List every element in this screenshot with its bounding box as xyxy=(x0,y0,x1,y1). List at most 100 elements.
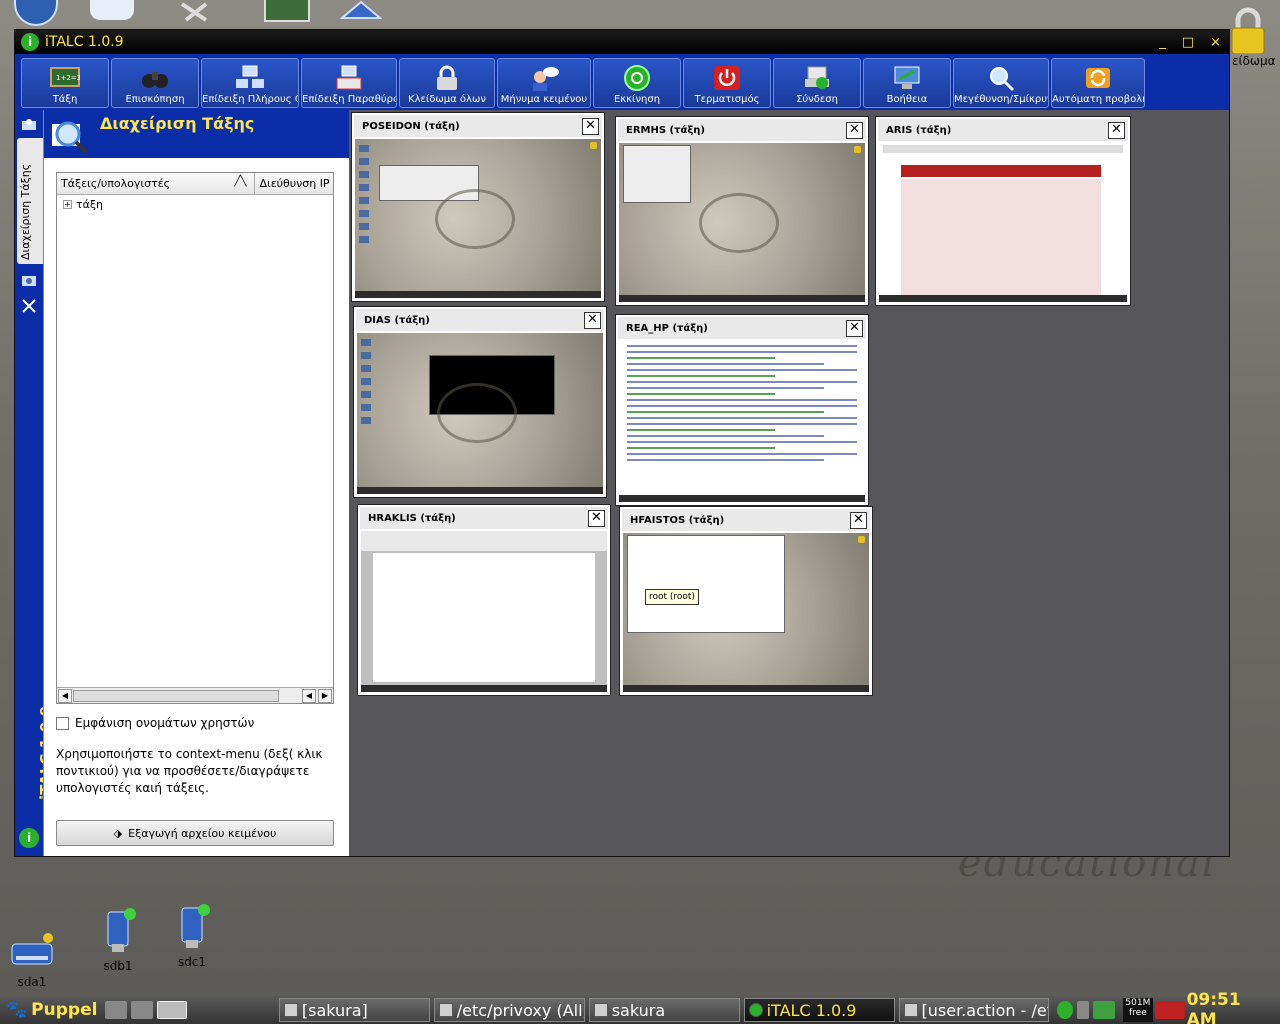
main-toolbar: 1+2=3 Τάξη Επισκόπηση Επίδειξη Πλήρους Ο… xyxy=(15,54,1229,110)
power-on-icon xyxy=(622,65,652,91)
drive-sdb1[interactable]: sdb1 xyxy=(100,906,136,973)
binoculars-icon xyxy=(140,65,170,91)
toolbar-fullscreen-demo-button[interactable]: Επίδειξη Πλήρους Οθόνη xyxy=(201,58,299,108)
client-close-button[interactable]: ✕ xyxy=(588,509,605,527)
scroll-right-icon[interactable]: ▶ xyxy=(318,689,332,703)
expand-icon[interactable]: + xyxy=(63,200,72,209)
settings-sidebar-icon[interactable] xyxy=(21,116,37,130)
close-button[interactable]: × xyxy=(1210,35,1221,50)
client-close-button[interactable]: ✕ xyxy=(850,511,867,529)
clock[interactable]: 09:51 AM xyxy=(1187,990,1280,1024)
tree-item-classroom[interactable]: + τάξη xyxy=(57,195,333,214)
client-taskbar xyxy=(619,295,865,302)
wallpaper-logo xyxy=(699,193,779,253)
show-usernames-row[interactable]: Εμφάνιση ονομάτων χρηστών xyxy=(56,716,254,730)
computer-tree[interactable]: Τάξεις/υπολογιστές ╱╲ Διεύθυνση IP + τάξ… xyxy=(56,172,334,704)
italc-icon xyxy=(748,1003,763,1017)
client-screen-preview[interactable] xyxy=(619,341,865,502)
title-bar[interactable]: i iTALC 1.0.9 _ □ × xyxy=(15,30,1229,54)
fullscreen-demo-icon xyxy=(235,65,265,91)
client-title-bar[interactable]: DIAS (τάξη) ✕ xyxy=(356,309,604,331)
horizontal-scrollbar[interactable]: ◀ ◀ ▶ xyxy=(57,687,333,703)
toolbar-login-button[interactable]: Σύνδεση xyxy=(773,58,861,108)
show-usernames-checkbox[interactable] xyxy=(56,716,69,730)
usb-drive-icon xyxy=(181,904,210,948)
volume-icon[interactable] xyxy=(1077,1001,1090,1019)
help-icon[interactable] xyxy=(14,0,58,26)
client-window-ermhs[interactable]: ERMHS (τάξη) ✕ xyxy=(615,116,869,306)
wallpaper-logo xyxy=(437,383,517,443)
client-screen-preview[interactable]: root (root) xyxy=(623,533,869,692)
lock-screen-icon[interactable] xyxy=(1228,6,1268,55)
export-text-file-button[interactable]: ⬗ Εξαγωγή αρχείου κειμένου xyxy=(56,820,334,846)
monitor-icon[interactable] xyxy=(264,0,310,22)
start-menu-button[interactable]: 🐾 Puppel xyxy=(0,1000,103,1020)
toolbar-lock-all-button[interactable]: Κλείδωμα όλων xyxy=(399,58,495,108)
hard-drive-icon xyxy=(11,933,53,965)
tools-sidebar-icon[interactable] xyxy=(21,298,37,314)
client-title-bar[interactable]: POSEIDON (τάξη) ✕ xyxy=(354,115,602,137)
minimize-button[interactable]: _ xyxy=(1159,35,1166,50)
client-window-hraklis[interactable]: HRAKLIS (τάξη) ✕ xyxy=(357,504,611,696)
tree-header: Τάξεις/υπολογιστές ╱╲ Διεύθυνση IP xyxy=(57,173,333,195)
snapshot-icon[interactable] xyxy=(21,272,37,286)
client-title-bar[interactable]: ERMHS (τάξη) ✕ xyxy=(618,119,866,141)
scroll-left-end-icon[interactable]: ◀ xyxy=(302,689,316,703)
client-screen-preview[interactable] xyxy=(357,333,603,494)
client-close-button[interactable]: ✕ xyxy=(846,319,863,337)
client-close-button[interactable]: ✕ xyxy=(582,117,599,135)
client-window-aris[interactable]: ARIS (τάξη) ✕ xyxy=(875,116,1131,306)
column-header-ip[interactable]: Διεύθυνση IP xyxy=(255,173,333,194)
maximize-button[interactable]: □ xyxy=(1182,35,1194,50)
column-header-computers[interactable]: Τάξεις/υπολογιστές ╱╲ xyxy=(57,173,256,194)
task-privoxy[interactable]: /etc/privoxy (All, xyxy=(433,998,585,1022)
client-window-dias[interactable]: DIAS (τάξη) ✕ xyxy=(353,306,607,498)
toolbar-text-message-button[interactable]: Μήνυμα κειμένου xyxy=(497,58,591,108)
client-close-button[interactable]: ✕ xyxy=(584,311,601,329)
client-screen-preview[interactable] xyxy=(361,531,607,692)
toolbar-help-button[interactable]: Βοήθεια xyxy=(863,58,951,108)
client-title-bar[interactable]: HFAISTOS (τάξη) ✕ xyxy=(622,509,870,531)
client-title-bar[interactable]: ARIS (τάξη) ✕ xyxy=(878,119,1128,141)
client-screen-preview[interactable] xyxy=(879,143,1127,302)
drive-sda1[interactable]: sda1 xyxy=(8,930,56,989)
toolbar-power-on-button[interactable]: Εκκίνηση xyxy=(593,58,681,108)
toolbar-classroom-button[interactable]: 1+2=3 Τάξη xyxy=(21,58,109,108)
paw-icon[interactable] xyxy=(90,0,134,20)
show-desktop-button[interactable] xyxy=(157,1001,187,1019)
toolbar-overview-button[interactable]: Επισκόπηση xyxy=(111,58,199,108)
quicklaunch-icon[interactable] xyxy=(131,1001,154,1019)
client-close-button[interactable]: ✕ xyxy=(846,121,863,139)
toolbar-zoom-align-button[interactable]: Μεγέθυνση/Σμίκρυνση/Ευθυγράμμιση xyxy=(953,58,1049,108)
italc-tray-icon[interactable] xyxy=(1057,1001,1074,1019)
classroom-icon: 1+2=3 xyxy=(50,65,80,91)
auto-view-icon xyxy=(1083,65,1113,91)
home-icon[interactable] xyxy=(339,0,383,22)
tools-icon[interactable] xyxy=(176,0,216,22)
toolbar-auto-view-button[interactable]: Αυτόματη προβολή xyxy=(1051,58,1145,108)
show-usernames-label: Εμφάνιση ονομάτων χρηστών xyxy=(75,716,255,730)
client-title-bar[interactable]: REA_HP (τάξη) ✕ xyxy=(618,317,866,339)
task-sakura-1[interactable]: [sakura] xyxy=(278,998,430,1022)
desktop-icons xyxy=(361,339,381,430)
client-screen-preview[interactable] xyxy=(619,143,865,302)
task-user-action[interactable]: [user.action - /et xyxy=(898,998,1050,1022)
task-italc[interactable]: iTALC 1.0.9 xyxy=(743,998,895,1022)
client-taskbar xyxy=(619,495,865,502)
drive-sdc1[interactable]: sdc1 xyxy=(174,902,210,969)
client-window-poseidon[interactable]: POSEIDON (τάξη) ✕ xyxy=(351,112,605,302)
task-sakura-2[interactable]: sakura xyxy=(588,998,740,1022)
quicklaunch-icon[interactable] xyxy=(105,1001,128,1019)
client-window-hfaistos[interactable]: HFAISTOS (τάξη) ✕ root (root) xyxy=(619,506,873,696)
client-screen-preview[interactable] xyxy=(355,139,601,298)
client-window-rea-hp[interactable]: REA_HP (τάξη) ✕ xyxy=(615,314,869,506)
svg-text:1+2=3: 1+2=3 xyxy=(56,74,80,82)
toolbar-window-demo-button[interactable]: Επίδειξη Παραθύρου xyxy=(301,58,397,108)
scroll-left-icon[interactable]: ◀ xyxy=(58,689,72,703)
client-close-button[interactable]: ✕ xyxy=(1108,121,1125,139)
client-title-bar[interactable]: HRAKLIS (τάξη) ✕ xyxy=(360,507,608,529)
site-banner xyxy=(901,165,1101,177)
scroll-thumb[interactable] xyxy=(73,690,279,702)
toolbar-power-off-button[interactable]: Τερματισμός xyxy=(683,58,771,108)
network-icon[interactable] xyxy=(1093,1001,1116,1019)
